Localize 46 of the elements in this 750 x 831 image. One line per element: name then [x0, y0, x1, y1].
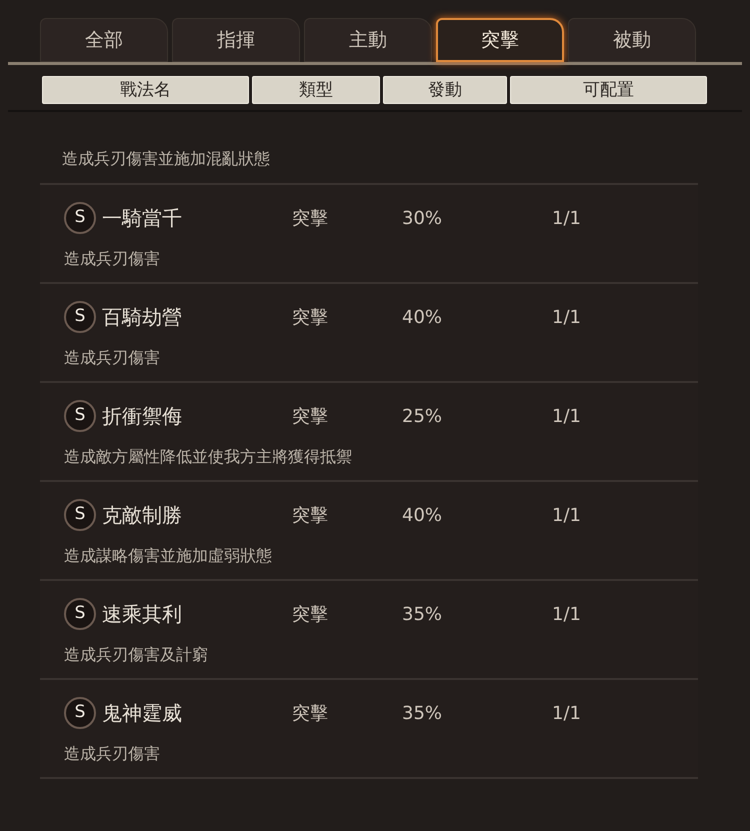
column-header[interactable]: 戰法名 — [42, 76, 249, 104]
tab[interactable]: 突擊 — [436, 18, 564, 62]
skill-type: 突擊 — [292, 504, 329, 528]
column-header[interactable]: 發動 — [383, 76, 507, 104]
grade-badge: S — [64, 400, 96, 432]
trigger-rate: 30% — [402, 206, 444, 230]
config-count: 1/1 — [552, 306, 581, 330]
trigger-rate: 40% — [402, 306, 444, 330]
skill-description: 造成謀略傷害並施加虛弱狀態 — [64, 545, 273, 567]
trigger-rate: 35% — [402, 702, 444, 726]
skill-type: 突擊 — [292, 702, 329, 726]
skill-name: 克敵制勝 — [102, 502, 183, 529]
config-count: 1/1 — [552, 702, 581, 726]
trigger-rate: 25% — [402, 404, 444, 428]
trigger-rate: 40% — [402, 504, 444, 528]
tab[interactable]: 全部 — [40, 18, 168, 62]
skill-description: 造成兵刃傷害 — [64, 248, 161, 270]
grade-badge: S — [64, 301, 96, 333]
config-count: 1/1 — [552, 404, 581, 428]
skill-name: 百騎劫營 — [102, 304, 183, 331]
config-count: 1/1 — [552, 504, 581, 528]
skill-description: 造成兵刃傷害及計窮 — [64, 644, 209, 666]
grade-badge: S — [64, 598, 96, 630]
grade-badge: S — [64, 202, 96, 234]
tab[interactable]: 被動 — [568, 18, 696, 62]
skill-description: 造成兵刃傷害並施加混亂狀態 — [62, 148, 270, 170]
column-header[interactable]: 類型 — [252, 76, 380, 104]
skill-name: 速乘其利 — [102, 601, 183, 628]
trigger-rate: 35% — [402, 602, 444, 626]
config-count: 1/1 — [552, 206, 581, 230]
skill-type: 突擊 — [292, 206, 329, 230]
skill-description: 造成敵方屬性降低並使我方主將獲得抵禦 — [64, 446, 353, 468]
config-count: 1/1 — [552, 602, 581, 626]
tab[interactable]: 指揮 — [172, 18, 300, 62]
tab[interactable]: 主動 — [304, 18, 432, 62]
skill-name: 折衝禦侮 — [102, 403, 183, 430]
skill-name: 鬼神霆威 — [102, 700, 183, 727]
grade-badge: S — [64, 697, 96, 729]
grade-badge: S — [64, 499, 96, 531]
skill-description: 造成兵刃傷害 — [64, 743, 161, 765]
skill-type: 突擊 — [292, 404, 329, 428]
column-header[interactable]: 可配置 — [510, 76, 707, 104]
skill-type: 突擊 — [292, 602, 329, 626]
skill-type: 突擊 — [292, 306, 329, 330]
skill-name: 一騎當千 — [102, 205, 183, 232]
skill-description: 造成兵刃傷害 — [64, 347, 161, 369]
